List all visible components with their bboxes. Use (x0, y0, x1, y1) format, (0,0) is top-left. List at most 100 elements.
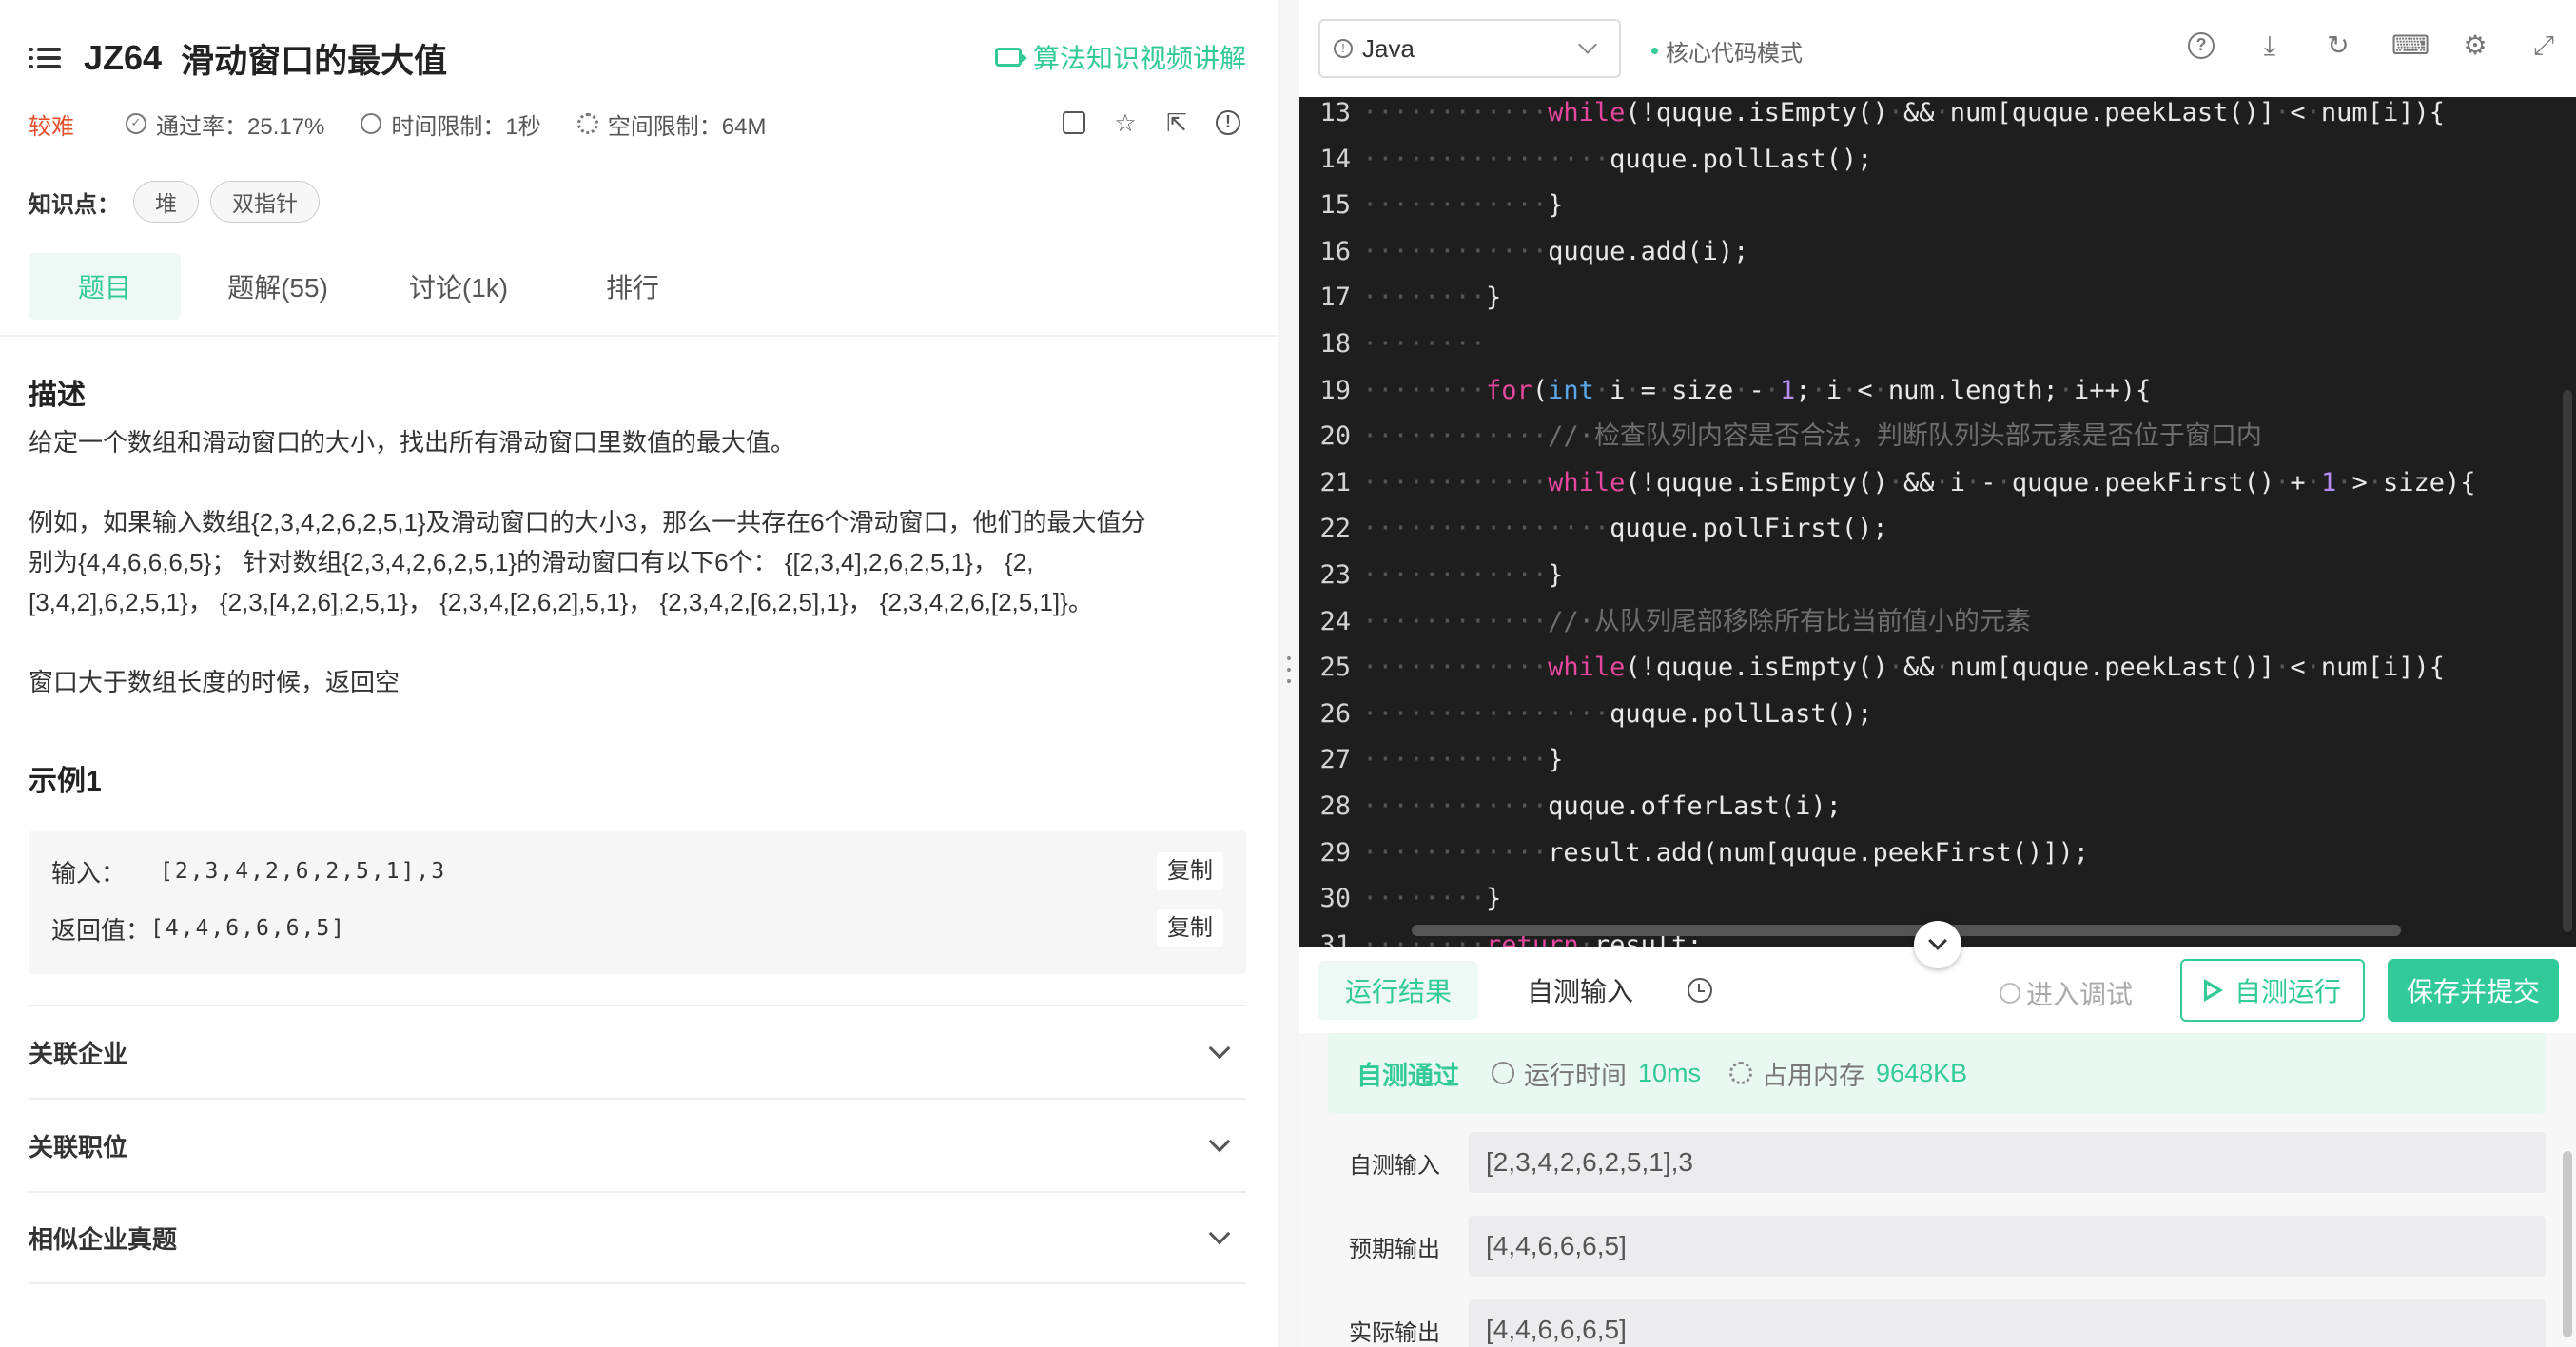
memory-value: 9648KB (1876, 1058, 1968, 1087)
code-text[interactable]: ············while(!quque.isEmpty()·&&·nu… (1362, 648, 2445, 688)
description-p2-line1: 例如，如果输入数组{2,3,4,2,6,2,5,1}及滑动窗口的大小3，那么一共… (29, 508, 1146, 537)
code-text[interactable]: ················quque.pollLast(); (1362, 694, 1872, 734)
code-line[interactable]: 26 ················quque.pollLast(); (1299, 694, 2576, 734)
settings-icon[interactable]: ⚙ (2460, 30, 2490, 61)
debug-button[interactable]: 进入调试 (2000, 974, 2133, 1012)
tag-heap[interactable]: 堆 (133, 181, 199, 223)
accordion-related-positions[interactable]: 关联职位 (29, 1098, 1246, 1191)
code-line[interactable]: 14 ················quque.pollLast(); (1299, 140, 2576, 180)
panel-splitter[interactable] (1278, 0, 1299, 1347)
code-text[interactable]: ············result.add(num[quque.peekFir… (1362, 833, 2089, 873)
history-clock-icon[interactable] (1676, 961, 1724, 1020)
keyboard-icon[interactable]: ⌨ (2391, 30, 2430, 61)
run-label: 自测运行 (2234, 977, 2341, 1006)
check-circle-icon: ✓ (126, 113, 146, 134)
edit-icon[interactable] (1060, 108, 1088, 137)
code-text[interactable]: ········} (1362, 278, 1501, 318)
code-line[interactable]: 30 ········} (1299, 879, 2576, 919)
vertical-scrollbar[interactable] (2563, 390, 2572, 932)
tab-problem[interactable]: 题目 (29, 253, 181, 320)
horizontal-scrollbar[interactable] (1412, 925, 2401, 936)
language-select[interactable]: ! Java (1318, 19, 1621, 78)
code-line[interactable]: 27 ············} (1299, 740, 2576, 780)
line-number: 28 (1319, 791, 1351, 821)
example-input-row: 输入： [2,3,4,2,6,2,5,1],3 (51, 852, 446, 890)
problem-panel: JZ64 滑动窗口的最大值 算法知识视频讲解 较难 ✓ 通过率：25.17% 时间… (0, 0, 1278, 1347)
fullscreen-icon[interactable]: ⤢ (2528, 30, 2559, 61)
code-text[interactable]: ········for(int·i·=·size·-·1;·i·<·num.le… (1362, 371, 2151, 411)
line-number: 27 (1319, 745, 1351, 775)
code-line[interactable]: 16 ············quque.add(i); (1299, 232, 2576, 272)
help-icon[interactable]: ? (2186, 30, 2216, 61)
time-limit: 时间限制：1秒 (391, 113, 541, 140)
copy-input-button[interactable]: 复制 (1157, 852, 1223, 890)
run-button[interactable]: 自测运行 (2180, 959, 2365, 1022)
video-lecture-link[interactable]: 算法知识视频讲解 (994, 38, 1246, 76)
io-label: 预期输出 (1349, 1236, 1440, 1262)
code-line[interactable]: 21 ············while(!quque.isEmpty()·&&·… (1299, 463, 2576, 503)
tab-solutions[interactable]: 题解(55) (181, 253, 375, 320)
tag-two-pointers[interactable]: 双指针 (210, 181, 320, 223)
clock-icon (361, 113, 382, 134)
line-number: 22 (1319, 514, 1351, 544)
code-text[interactable]: ········} (1362, 879, 1501, 919)
line-number: 29 (1319, 837, 1351, 868)
code-text[interactable]: ············//·检查队列内容是否合法，判断队列头部元素是否位于窗口… (1362, 417, 2262, 457)
share-icon[interactable]: ⇱ (1162, 108, 1191, 137)
io-label: 实际输出 (1349, 1319, 1440, 1346)
code-line[interactable]: 13 ············while(!quque.isEmpty()·&&·… (1299, 97, 2576, 133)
code-text[interactable]: ················quque.pollFirst(); (1362, 509, 1888, 549)
code-line[interactable]: 29 ············result.add(num[quque.peekF… (1299, 833, 2576, 873)
memory-label: 占用内存 (1762, 1061, 1865, 1090)
problem-title: 滑动窗口的最大值 (181, 42, 448, 80)
code-line[interactable]: 23 ············} (1299, 556, 2576, 595)
code-editor[interactable]: 13 ············while(!quque.isEmpty()·&&·… (1299, 97, 2576, 947)
example-box: 输入： [2,3,4,2,6,2,5,1],3 复制 返回值： [4,4,6,6… (29, 831, 1246, 974)
tab-run-result[interactable]: 运行结果 (1318, 961, 1478, 1020)
drag-handle-icon[interactable] (1285, 656, 1293, 691)
accordion-related-companies[interactable]: 关联企业 (29, 1005, 1246, 1098)
code-line[interactable]: 22 ················quque.pollFirst(); (1299, 509, 2576, 549)
code-text[interactable]: ············while(!quque.isEmpty()·&&·nu… (1362, 97, 2445, 133)
code-line[interactable]: 18 ········ (1299, 324, 2576, 364)
code-text[interactable]: ············} (1362, 185, 1563, 225)
difficulty-badge: 较难 (29, 113, 74, 140)
io-row-actual: 实际输出 [4,4,6,6,6,5] (1328, 1299, 2546, 1347)
example-title: 示例1 (29, 766, 102, 797)
download-icon[interactable]: ⤓ (2254, 30, 2285, 61)
accordion-label: 相似企业真题 (29, 1224, 178, 1254)
code-text[interactable]: ················quque.pollLast(); (1362, 140, 1872, 180)
info-icon: ! (1334, 39, 1353, 58)
code-line[interactable]: 20 ············//·检查队列内容是否合法，判断队列头部元素是否位于… (1299, 417, 2576, 457)
collapse-panel-button[interactable] (1914, 921, 1961, 968)
result-scrollbar[interactable] (2563, 1151, 2572, 1337)
line-number: 24 (1319, 606, 1351, 636)
bug-icon (2000, 983, 2020, 1004)
editor-toolbar: ! Java 核心代码模式 ? ⤓ ↻ ⌨ ⚙ ⤢ (1299, 0, 2576, 97)
description-p3: 窗口大于数组长度的时候，返回空 (29, 668, 400, 696)
tab-custom-input[interactable]: 自测输入 (1509, 961, 1651, 1020)
code-text[interactable]: ············quque.add(i); (1362, 232, 1748, 272)
submit-button[interactable]: 保存并提交 (2388, 959, 2559, 1022)
code-text[interactable]: ············} (1362, 556, 1563, 595)
code-text[interactable]: ············while(!quque.isEmpty()·&&·i·… (1362, 463, 2476, 503)
star-icon[interactable]: ☆ (1111, 108, 1140, 137)
menu-list-icon[interactable] (29, 46, 61, 70)
code-line[interactable]: 15 ············} (1299, 185, 2576, 225)
code-text[interactable]: ········ (1362, 324, 1486, 364)
code-line[interactable]: 28 ············quque.offerLast(i); (1299, 787, 2576, 827)
code-line[interactable]: 24 ············//·从队列尾部移除所有比当前值小的元素 (1299, 602, 2576, 642)
report-icon[interactable]: ! (1214, 108, 1242, 137)
code-mode: 核心代码模式 (1651, 34, 1803, 68)
copy-output-button[interactable]: 复制 (1157, 909, 1223, 947)
tab-ranking[interactable]: 排行 (542, 253, 723, 320)
refresh-icon[interactable]: ↻ (2323, 30, 2353, 61)
code-text[interactable]: ············//·从队列尾部移除所有比当前值小的元素 (1362, 602, 2031, 642)
code-text[interactable]: ············quque.offerLast(i); (1362, 787, 1842, 827)
code-line[interactable]: 25 ············while(!quque.isEmpty()·&&·… (1299, 648, 2576, 688)
accordion-similar-questions[interactable]: 相似企业真题 (29, 1191, 1246, 1284)
code-text[interactable]: ············} (1362, 740, 1563, 780)
code-line[interactable]: 17 ········} (1299, 278, 2576, 318)
code-line[interactable]: 19 ········for(int·i·=·size·-·1;·i·<·num.… (1299, 371, 2576, 411)
tab-discussion[interactable]: 讨论(1k) (375, 253, 542, 320)
